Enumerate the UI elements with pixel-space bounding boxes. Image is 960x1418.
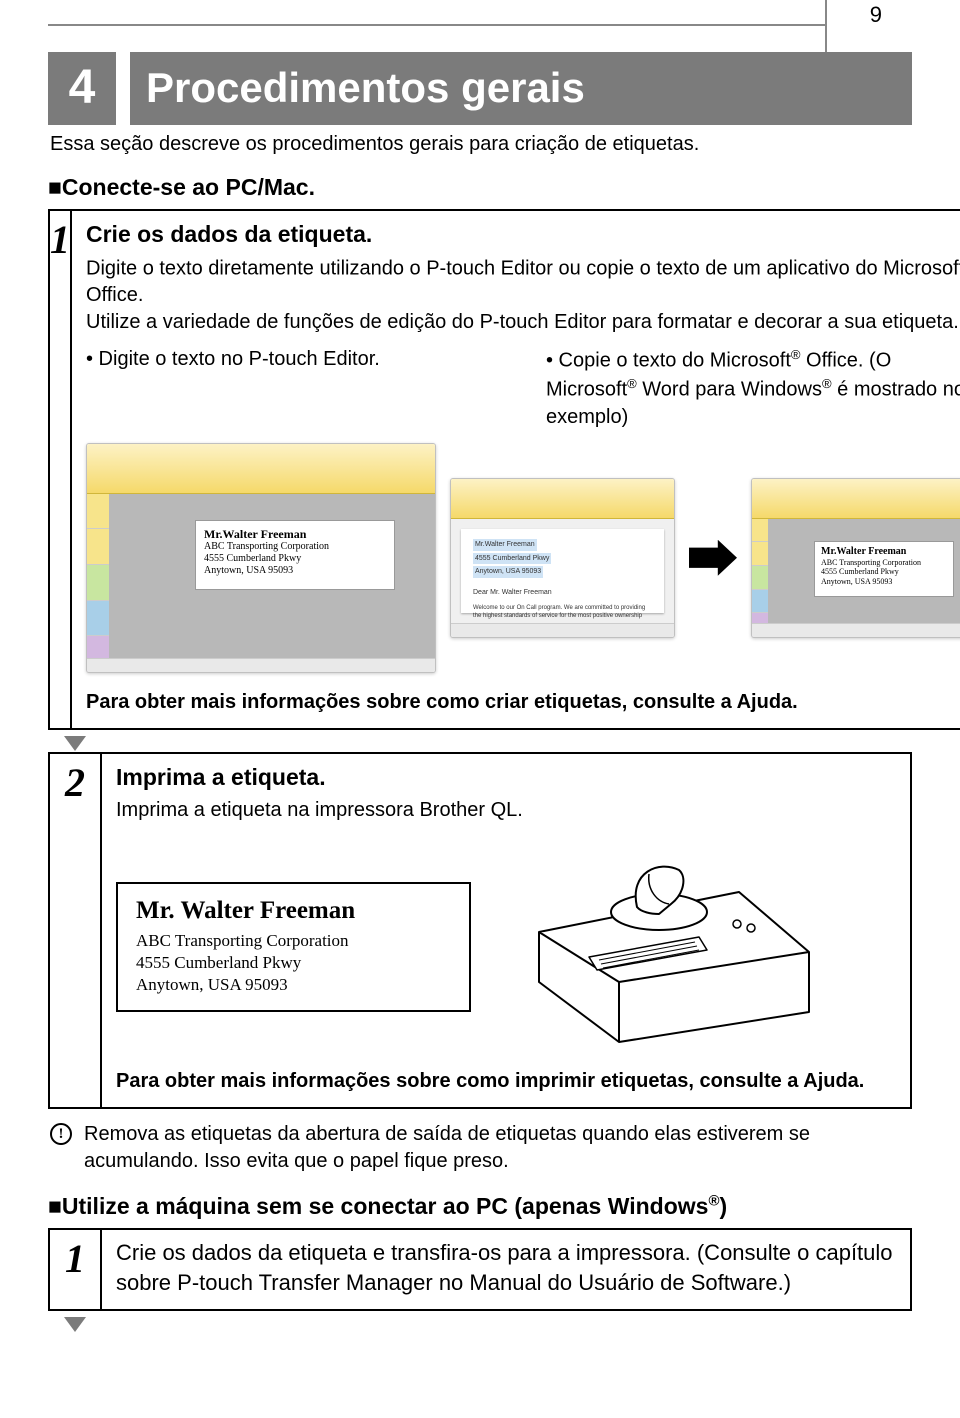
label-preview-small: Mr.Walter Freeman ABC Transporting Corpo…	[814, 541, 954, 597]
step-3-text: Crie os dados da etiqueta e transfira-os…	[116, 1238, 896, 1297]
step-1-text-b: Utilize a variedade de funções de edição…	[86, 309, 960, 336]
warning-row: ! Remova as etiquetas da abertura de saí…	[50, 1121, 912, 1175]
step-2-title: Imprima a etiqueta.	[116, 762, 896, 793]
step-3-box: 1 Crie os dados da etiqueta e transfira-…	[48, 1228, 912, 1311]
header-rule: 9	[48, 0, 912, 52]
step-1-body: Crie os dados da etiqueta. Digite o text…	[72, 209, 960, 730]
step-3-number: 1	[48, 1228, 102, 1311]
bullet-right: • Copie o texto do Microsoft® Office. (O…	[546, 346, 960, 430]
screenshot-row: Mr.Walter Freeman ABC Transporting Corpo…	[86, 443, 960, 673]
label-preview-large: Mr.Walter Freeman ABC Transporting Corpo…	[195, 520, 395, 590]
step-1-title: Crie os dados da etiqueta.	[86, 219, 960, 250]
page-number: 9	[870, 0, 882, 30]
address-line-1: ABC Transporting Corporation	[136, 930, 451, 952]
step-1-footer: Para obter mais informações sobre como c…	[86, 689, 960, 716]
chapter-number: 4	[48, 52, 116, 125]
step-2-text: Imprima a etiqueta na impressora Brother…	[116, 797, 896, 824]
step-2-footer: Para obter mais informações sobre como i…	[116, 1068, 896, 1095]
step-1-number: 1	[48, 209, 72, 730]
print-illustration-row: Mr. Walter Freeman ABC Transporting Corp…	[116, 842, 896, 1052]
address-label: Mr. Walter Freeman ABC Transporting Corp…	[116, 882, 471, 1012]
step-2-body: Imprima a etiqueta. Imprima a etiqueta n…	[102, 752, 912, 1109]
step-1-bullets: • Digite o texto no P-touch Editor. • Co…	[86, 346, 960, 430]
chapter-heading: 4 Procedimentos gerais	[48, 52, 912, 125]
document-page: 9 4 Procedimentos gerais Essa seção desc…	[0, 0, 960, 1363]
section-offline-heading: ■Utilize a máquina sem se conectar ao PC…	[48, 1191, 912, 1222]
word-screenshot: Mr.Walter Freeman 4555 Cumberland Pkwy A…	[450, 478, 675, 638]
step-1-text-a: Digite o texto diretamente utilizando o …	[86, 254, 960, 310]
step-2-number: 2	[48, 752, 102, 1109]
step-3-body: Crie os dados da etiqueta e transfira-os…	[102, 1228, 912, 1311]
ptouch-editor-screenshot: Mr.Walter Freeman ABC Transporting Corpo…	[86, 443, 436, 673]
address-name: Mr. Walter Freeman	[136, 894, 451, 928]
bullet-left: • Digite o texto no P-touch Editor.	[86, 346, 516, 430]
ptouch-editor-screenshot-small: Mr.Walter Freeman ABC Transporting Corpo…	[751, 478, 960, 638]
arrow-icon	[689, 540, 737, 576]
chapter-title: Procedimentos gerais	[130, 52, 912, 125]
warning-text: Remova as etiquetas da abertura de saída…	[84, 1121, 912, 1175]
step-2-box: 2 Imprima a etiqueta. Imprima a etiqueta…	[48, 752, 912, 1109]
address-line-2: 4555 Cumberland Pkwy	[136, 952, 451, 974]
printer-illustration	[489, 842, 829, 1052]
downward-triangle-icon	[64, 736, 86, 751]
step-1-box: 1 Crie os dados da etiqueta. Digite o te…	[48, 209, 912, 730]
address-line-3: Anytown, USA 95093	[136, 974, 451, 996]
intro-paragraph: Essa seção descreve os procedimentos ger…	[50, 131, 912, 158]
warning-icon: !	[50, 1123, 72, 1145]
downward-triangle-icon	[64, 1317, 86, 1332]
section-connect-heading: ■Conecte-se ao PC/Mac.	[48, 172, 912, 203]
